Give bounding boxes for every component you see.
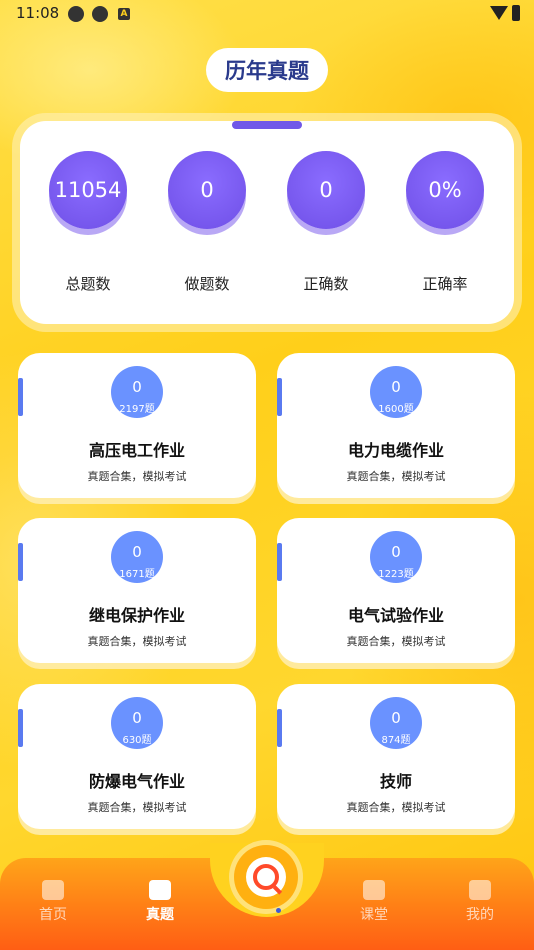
battery-icon bbox=[512, 5, 520, 21]
category-card-high-voltage[interactable]: 0 2197题 高压电工作业 真题合集，模拟考试 bbox=[18, 353, 256, 498]
total-count: 1671题 bbox=[119, 569, 155, 580]
category-name: 电力电缆作业 bbox=[347, 441, 444, 460]
category-card-power-cable[interactable]: 0 1600题 电力电缆作业 真题合集，模拟考试 bbox=[277, 353, 515, 498]
progress-badge: 0 1671题 bbox=[111, 531, 163, 583]
accent-bar bbox=[277, 543, 282, 581]
stat-total: 11054 总题数 bbox=[48, 151, 128, 294]
category-card-explosion-proof[interactable]: 0 630题 防爆电气作业 真题合集，模拟考试 bbox=[18, 684, 256, 829]
total-count: 630题 bbox=[122, 735, 152, 746]
stat-value: 0 bbox=[287, 151, 365, 229]
done-count: 0 bbox=[391, 709, 401, 727]
nav-label: 课堂 bbox=[360, 907, 388, 923]
category-name: 电气试验作业 bbox=[347, 606, 444, 625]
notification-icon bbox=[92, 6, 108, 22]
nav-item-mine[interactable]: 我的 bbox=[450, 880, 510, 924]
done-count: 0 bbox=[132, 543, 142, 561]
progress-badge: 0 2197题 bbox=[111, 366, 163, 418]
nav-item-home[interactable]: 首页 bbox=[23, 880, 83, 924]
category-name: 技师 bbox=[379, 772, 412, 791]
stat-label: 正确率 bbox=[422, 275, 468, 293]
category-desc: 真题合集，模拟考试 bbox=[87, 801, 187, 814]
category-card-electrical-test[interactable]: 0 1223题 电气试验作业 真题合集，模拟考试 bbox=[277, 518, 515, 663]
done-count: 0 bbox=[132, 378, 142, 396]
notification-icon bbox=[68, 6, 84, 22]
nav-center-button[interactable] bbox=[234, 845, 298, 909]
progress-badge: 0 1223题 bbox=[370, 531, 422, 583]
stats-card: 11054 总题数 0 做题数 0 正确数 0% 正确率 bbox=[20, 121, 514, 324]
total-count: 2197题 bbox=[119, 404, 155, 415]
user-icon bbox=[469, 880, 491, 900]
category-name: 继电保护作业 bbox=[88, 606, 185, 625]
status-time: 11:08 bbox=[16, 4, 60, 22]
stat-label: 做题数 bbox=[184, 275, 230, 293]
total-count: 874题 bbox=[381, 735, 411, 746]
progress-badge: 0 1600题 bbox=[370, 366, 422, 418]
status-bar: 11:08 A bbox=[0, 0, 534, 28]
accent-bar bbox=[18, 709, 23, 747]
category-name: 高压电工作业 bbox=[88, 441, 185, 460]
category-desc: 真题合集，模拟考试 bbox=[87, 635, 187, 648]
nav-label: 真题 bbox=[146, 907, 174, 923]
progress-badge: 0 874题 bbox=[370, 697, 422, 749]
stat-correct: 0 正确数 bbox=[286, 151, 366, 294]
total-count: 1223题 bbox=[378, 569, 414, 580]
stat-accuracy: 0% 正确率 bbox=[405, 151, 485, 294]
category-desc: 真题合集，模拟考试 bbox=[346, 635, 446, 648]
category-name: 防爆电气作业 bbox=[88, 772, 185, 791]
nav-item-class[interactable]: 课堂 bbox=[344, 880, 404, 924]
category-desc: 真题合集，模拟考试 bbox=[87, 470, 187, 483]
home-icon bbox=[42, 880, 64, 900]
accent-bar bbox=[18, 543, 23, 581]
card-handle bbox=[232, 121, 302, 129]
page-title: 历年真题 bbox=[206, 48, 328, 92]
done-count: 0 bbox=[391, 543, 401, 561]
accent-bar bbox=[277, 709, 282, 747]
nav-label: 首页 bbox=[39, 907, 67, 923]
stat-done: 0 做题数 bbox=[167, 151, 247, 294]
nav-item-exam[interactable]: 真题 bbox=[130, 880, 190, 924]
nav-label: 我的 bbox=[466, 907, 494, 923]
category-desc: 真题合集，模拟考试 bbox=[346, 801, 446, 814]
category-card-technician[interactable]: 0 874题 技师 真题合集，模拟考试 bbox=[277, 684, 515, 829]
wifi-icon bbox=[490, 6, 508, 20]
done-count: 0 bbox=[391, 378, 401, 396]
stat-value: 0% bbox=[406, 151, 484, 229]
accent-bar bbox=[277, 378, 282, 416]
search-icon bbox=[253, 864, 279, 890]
stat-label: 总题数 bbox=[65, 275, 111, 293]
stat-value: 11054 bbox=[49, 151, 127, 229]
stat-value: 0 bbox=[168, 151, 246, 229]
progress-badge: 0 630题 bbox=[111, 697, 163, 749]
accent-bar bbox=[18, 378, 23, 416]
done-count: 0 bbox=[132, 709, 142, 727]
app-notification-icon: A bbox=[118, 8, 130, 20]
total-count: 1600题 bbox=[378, 404, 414, 415]
stat-label: 正确数 bbox=[303, 275, 349, 293]
category-card-relay-protection[interactable]: 0 1671题 继电保护作业 真题合集，模拟考试 bbox=[18, 518, 256, 663]
category-desc: 真题合集，模拟考试 bbox=[346, 470, 446, 483]
exam-icon bbox=[149, 880, 171, 900]
page-indicator bbox=[276, 908, 281, 913]
book-icon bbox=[363, 880, 385, 900]
